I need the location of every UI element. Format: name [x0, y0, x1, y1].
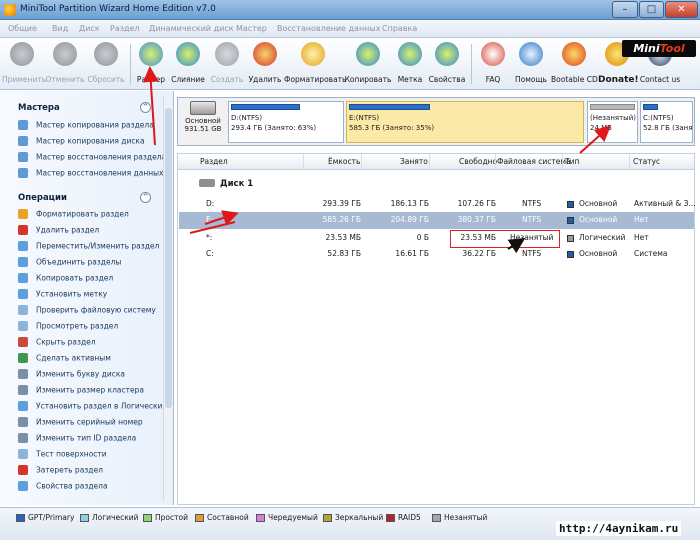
legend-item: Чередуемый: [256, 513, 318, 522]
arrow-line: [189, 221, 236, 234]
simple-swatch-icon: [143, 514, 152, 522]
gpt-primary-swatch-icon: [16, 514, 25, 522]
legend-item: Незанятый: [432, 513, 487, 522]
arrow-to-resize: [142, 66, 159, 146]
raid5-swatch-icon: [386, 514, 395, 522]
legend-item: Простой: [143, 513, 188, 522]
annotation-arrows: [142, 66, 611, 254]
watermark: http://4aynikam.ru: [556, 521, 682, 536]
legend-item: GPT/Primary: [16, 513, 74, 522]
arrow-to-unallocated-row: [507, 237, 526, 254]
legend-item: Логический: [80, 513, 139, 522]
logical-swatch-icon: [80, 514, 89, 522]
mirrored-swatch-icon: [323, 514, 332, 522]
arrow-to-unallocated: [579, 125, 611, 154]
legend-item: Зеркальный: [323, 513, 383, 522]
striped-swatch-icon: [256, 514, 265, 522]
legend-item: RAID5: [386, 513, 421, 522]
spanned-swatch-icon: [195, 514, 204, 522]
unallocated-swatch-icon: [432, 514, 441, 522]
legend-item: Составной: [195, 513, 249, 522]
